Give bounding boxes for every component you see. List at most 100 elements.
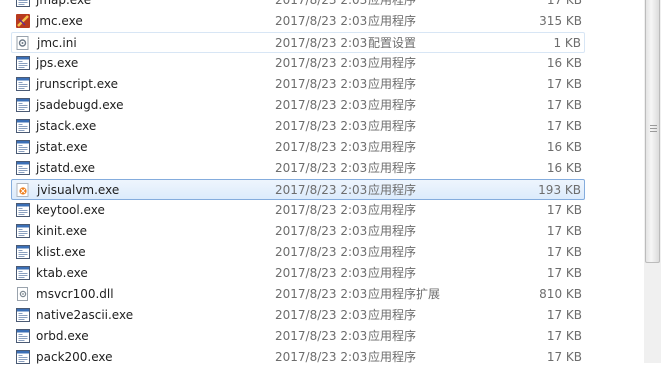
file-size: 17 KB: [546, 350, 582, 364]
file-modified-date: 2017/8/23 2:03: [275, 98, 368, 112]
file-size: 17 KB: [546, 308, 582, 322]
file-modified-date: 2017/8/23 2:03: [275, 183, 368, 197]
file-modified-date: 2017/8/23 2:03: [275, 308, 368, 322]
exe-icon: [16, 350, 30, 364]
file-row[interactable]: jstack.exe 2017/8/23 2:03 应用程序 17 KB: [0, 116, 661, 137]
file-type: 应用程序: [368, 0, 417, 7]
file-size: 17 KB: [546, 224, 582, 238]
exe-icon: [16, 119, 30, 133]
exe-icon: [16, 77, 30, 91]
exe-icon: [16, 140, 30, 154]
file-type: 应用程序: [368, 183, 417, 197]
file-row[interactable]: jvisualvm.exe 2017/8/23 2:03 应用程序 193 KB: [11, 179, 585, 200]
file-type: 应用程序: [368, 119, 417, 133]
file-type: 应用程序: [368, 14, 417, 28]
file-type: 应用程序: [368, 140, 417, 154]
file-modified-date: 2017/8/23 2:03: [275, 266, 368, 280]
file-modified-date: 2017/8/23 2:03: [275, 140, 368, 154]
file-name: keytool.exe: [36, 203, 105, 217]
file-row[interactable]: jmap.exe 2017/8/23 2:03 应用程序 17 KB: [0, 0, 661, 11]
file-modified-date: 2017/8/23 2:03: [275, 287, 368, 301]
file-name: jstatd.exe: [36, 161, 96, 175]
jmc-app-icon: [16, 14, 30, 28]
file-name: pack200.exe: [36, 350, 113, 364]
file-name: jsadebugd.exe: [36, 98, 124, 112]
file-list: jmap.exe 2017/8/23 2:03 应用程序 17 KB jmc.exe 20…: [0, 0, 661, 368]
file-modified-date: 2017/8/23 2:03: [275, 56, 368, 70]
file-type: 应用程序: [368, 350, 417, 364]
exe-icon: [16, 0, 30, 7]
file-type: 应用程序: [368, 224, 417, 238]
file-size: 17 KB: [546, 245, 582, 259]
file-name: jstat.exe: [36, 140, 88, 154]
ini-settings-icon: [16, 36, 30, 50]
file-row[interactable]: klist.exe 2017/8/23 2:03 应用程序 17 KB: [0, 242, 661, 263]
file-name: jstack.exe: [36, 119, 97, 133]
file-row[interactable]: orbd.exe 2017/8/23 2:03 应用程序 17 KB: [0, 326, 661, 347]
file-name: jmc.exe: [36, 14, 83, 28]
file-type: 应用程序: [368, 308, 417, 322]
file-size: 16 KB: [546, 56, 582, 70]
file-size: 17 KB: [546, 203, 582, 217]
file-row[interactable]: jsadebugd.exe 2017/8/23 2:03 应用程序 17 KB: [0, 95, 661, 116]
file-modified-date: 2017/8/23 2:03: [275, 245, 368, 259]
file-name: native2ascii.exe: [36, 308, 134, 322]
file-modified-date: 2017/8/23 2:03: [275, 0, 368, 7]
file-modified-date: 2017/8/23 2:03: [275, 161, 368, 175]
file-name: jrunscript.exe: [36, 77, 119, 91]
vertical-scrollbar[interactable]: [644, 0, 661, 363]
file-size: 810 KB: [539, 287, 582, 301]
file-type: 应用程序: [368, 329, 417, 343]
file-row[interactable]: keytool.exe 2017/8/23 2:03 应用程序 17 KB: [0, 200, 661, 221]
file-size: 17 KB: [546, 329, 582, 343]
jvisualvm-app-icon: [16, 183, 30, 197]
file-type: 应用程序: [368, 266, 417, 280]
file-size: 193 KB: [538, 183, 581, 197]
file-row[interactable]: jps.exe 2017/8/23 2:03 应用程序 16 KB: [0, 53, 661, 74]
file-modified-date: 2017/8/23 2:03: [275, 224, 368, 238]
file-size: 17 KB: [546, 266, 582, 280]
file-row[interactable]: jstatd.exe 2017/8/23 2:03 应用程序 16 KB: [0, 158, 661, 179]
file-type: 应用程序: [368, 161, 417, 175]
file-row[interactable]: native2ascii.exe 2017/8/23 2:03 应用程序 17 KB: [0, 305, 661, 326]
file-row[interactable]: jmc.exe 2017/8/23 2:03 应用程序 315 KB: [0, 11, 661, 32]
file-size: 17 KB: [546, 77, 582, 91]
exe-icon: [16, 203, 30, 217]
dll-icon: [16, 287, 30, 301]
file-row[interactable]: kinit.exe 2017/8/23 2:03 应用程序 17 KB: [0, 221, 661, 242]
file-row[interactable]: ktab.exe 2017/8/23 2:03 应用程序 17 KB: [0, 263, 661, 284]
exe-icon: [16, 329, 30, 343]
file-type: 应用程序: [368, 203, 417, 217]
file-name: kinit.exe: [36, 224, 88, 238]
file-row[interactable]: jrunscript.exe 2017/8/23 2:03 应用程序 17 KB: [0, 74, 661, 95]
exe-icon: [16, 56, 30, 70]
file-type: 应用程序扩展: [368, 287, 441, 301]
file-modified-date: 2017/8/23 2:03: [275, 350, 368, 364]
file-row[interactable]: jmc.ini 2017/8/23 2:03 配置设置 1 KB: [11, 32, 585, 53]
file-modified-date: 2017/8/23 2:03: [275, 119, 368, 133]
exe-icon: [16, 308, 30, 322]
file-name: jps.exe: [36, 56, 79, 70]
scrollbar-thumb[interactable]: [645, 0, 660, 263]
file-size: 17 KB: [546, 119, 582, 133]
file-size: 17 KB: [546, 0, 582, 7]
file-name: jmc.ini: [37, 36, 77, 50]
file-modified-date: 2017/8/23 2:03: [275, 77, 368, 91]
file-name: jvisualvm.exe: [37, 183, 120, 197]
file-type: 应用程序: [368, 245, 417, 259]
file-row[interactable]: jstat.exe 2017/8/23 2:03 应用程序 16 KB: [0, 137, 661, 158]
file-type: 应用程序: [368, 77, 417, 91]
file-row[interactable]: msvcr100.dll 2017/8/23 2:03 应用程序扩展 810 KB: [0, 284, 661, 305]
file-size: 315 KB: [539, 14, 582, 28]
file-name: ktab.exe: [36, 266, 88, 280]
file-type: 配置设置: [368, 36, 417, 50]
file-row[interactable]: pack200.exe 2017/8/23 2:03 应用程序 17 KB: [0, 347, 661, 368]
file-modified-date: 2017/8/23 2:03: [275, 329, 368, 343]
file-modified-date: 2017/8/23 2:03: [275, 14, 368, 28]
file-size: 1 KB: [553, 36, 581, 50]
file-name: jmap.exe: [36, 0, 92, 7]
file-type: 应用程序: [368, 98, 417, 112]
file-name: klist.exe: [36, 245, 86, 259]
exe-icon: [16, 266, 30, 280]
file-modified-date: 2017/8/23 2:03: [275, 36, 368, 50]
